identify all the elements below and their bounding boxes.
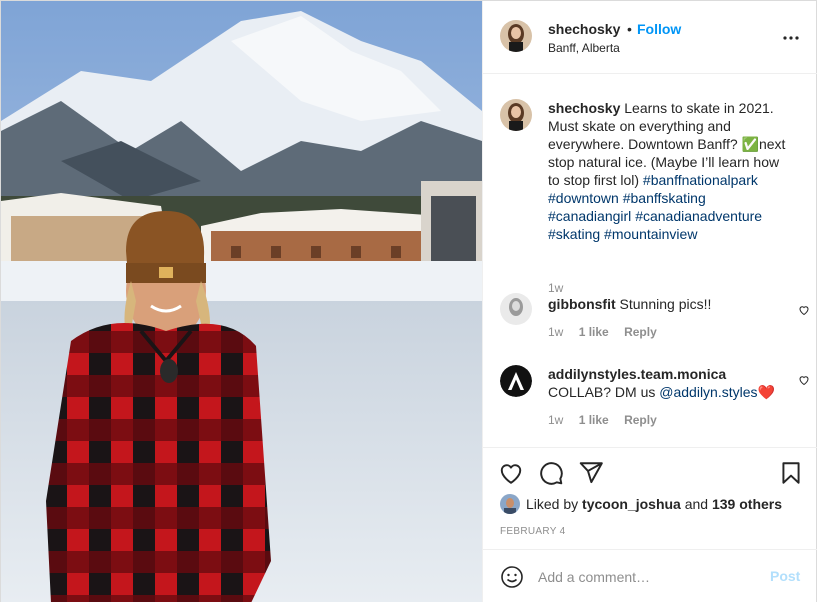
hashtag[interactable]: #canadiangirl [548,208,631,224]
action-bar: Liked by tycoon_joshua and 139 others FE… [483,447,817,551]
likes-others[interactable]: 139 others [712,496,782,512]
share-icon[interactable] [578,460,604,486]
caption-time[interactable]: 1w [548,281,563,295]
more-icon[interactable] [781,29,801,47]
author-avatar[interactable] [500,20,532,52]
heart-emoji: ❤️ [757,384,775,400]
comment-input[interactable] [538,567,758,587]
hashtag[interactable]: #banffnationalpark [643,172,758,188]
post-date[interactable]: FEBRUARY 4 [500,526,565,537]
post-comment-button[interactable]: Post [770,568,800,584]
likes-middle: and [680,496,712,512]
mention-link[interactable]: @addilyn.styles [659,384,757,400]
photo-illustration [1,1,482,602]
reply-button[interactable]: Reply [624,413,657,427]
comment-icon[interactable] [538,460,564,486]
comment-time[interactable]: 1w [548,325,563,339]
caption-avatar[interactable] [500,99,532,131]
commenter-avatar[interactable] [500,365,532,397]
comment-username[interactable]: gibbonsfit [548,296,616,312]
comment-meta: 1w 1 like Reply [548,413,669,427]
hashtag[interactable]: #banffskating [623,190,706,206]
comment-time[interactable]: 1w [548,413,563,427]
comment-body: COLLAB? DM us [548,384,660,400]
heart-icon[interactable] [798,373,810,386]
bookmark-icon[interactable] [778,460,804,486]
check-emoji: ✅ [741,136,759,152]
heart-icon[interactable] [798,303,810,316]
author-username[interactable]: shechosky [548,21,620,37]
post-photo[interactable] [1,1,482,602]
comment-body: Stunning pics!! [615,296,712,312]
commenter-avatar[interactable] [500,293,532,325]
comment-meta: 1w 1 like Reply [548,325,669,339]
comment-likes[interactable]: 1 like [579,413,609,427]
instagram-post: shechosky • Follow Banff, Alberta shecho… [0,0,817,602]
post-location[interactable]: Banff, Alberta [548,41,620,55]
post-side-panel: shechosky • Follow Banff, Alberta shecho… [482,1,817,602]
hashtag[interactable]: #downtown [548,190,619,206]
comment-text: gibbonsfit Stunning pics!! [548,295,790,313]
hashtag[interactable]: #mountainview [604,226,697,242]
add-comment-bar: Post [483,549,817,602]
caption-meta: 1w [548,281,575,295]
caption-text: shechosky Learns to skate in 2021. Must … [548,99,790,243]
comments-area[interactable]: shechosky Learns to skate in 2021. Must … [483,75,817,447]
emoji-icon[interactable] [500,565,524,589]
hashtag[interactable]: #canadianadventure [635,208,762,224]
post-header: shechosky • Follow Banff, Alberta [483,1,817,74]
reply-button[interactable]: Reply [624,325,657,339]
follow-button[interactable]: Follow [637,21,681,37]
hashtag[interactable]: #skating [548,226,600,242]
caption-username[interactable]: shechosky [548,100,620,116]
liker-avatar[interactable] [500,494,520,514]
comment-text: addilynstyles.team.monica COLLAB? DM us @… [548,365,790,401]
likes-prefix: Liked by [526,496,583,512]
comment-likes[interactable]: 1 like [579,325,609,339]
heart-icon[interactable] [498,460,524,486]
comment-username[interactable]: addilynstyles.team.monica [548,366,726,382]
likes-text: Liked by tycoon_joshua and 139 others [526,496,782,512]
separator-dot: • [627,21,632,37]
liker-username[interactable]: tycoon_joshua [582,496,681,512]
